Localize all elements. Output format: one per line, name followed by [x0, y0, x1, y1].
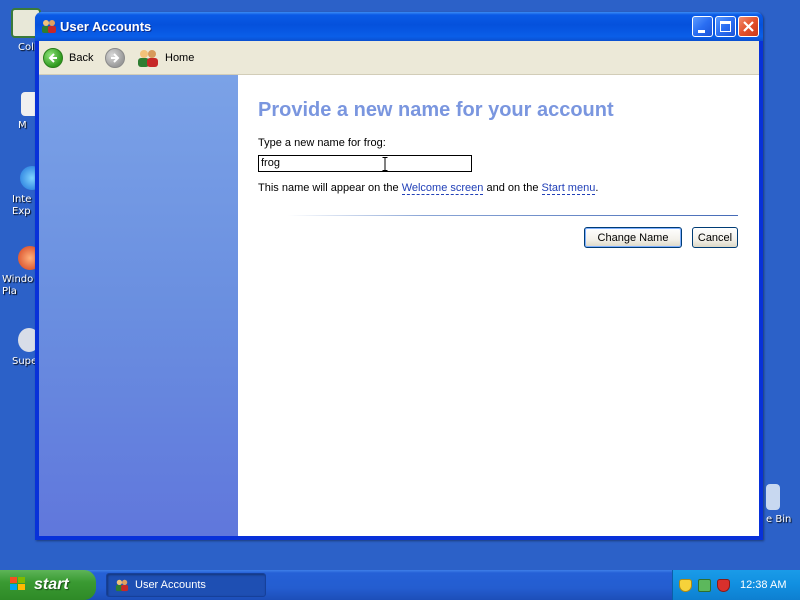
maximize-button[interactable]: [715, 16, 736, 37]
user-accounts-icon: [42, 20, 56, 33]
windows-logo-icon: [10, 577, 28, 593]
taskbar-item-user-accounts[interactable]: User Accounts: [106, 573, 266, 597]
start-button[interactable]: start: [0, 570, 96, 600]
window-title: User Accounts: [60, 19, 152, 34]
user-accounts-icon: [115, 579, 129, 592]
cancel-button[interactable]: Cancel: [692, 227, 738, 248]
user-accounts-window: User Accounts Back Home Provide a new na…: [35, 12, 763, 540]
back-arrow-icon: [43, 48, 63, 68]
forward-arrow-icon: [105, 48, 125, 68]
security-alert-icon[interactable]: [717, 578, 730, 592]
change-name-button[interactable]: Change Name: [584, 227, 682, 248]
forward-button[interactable]: [105, 46, 125, 70]
start-menu-link[interactable]: Start menu: [541, 182, 596, 195]
security-shield-icon[interactable]: [679, 578, 692, 592]
title-bar[interactable]: User Accounts: [35, 12, 763, 41]
navigation-toolbar: Back Home: [39, 41, 759, 75]
home-users-icon: [138, 50, 158, 67]
taskbar: start User Accounts 12:38 AM: [0, 570, 800, 600]
system-tray: 12:38 AM: [672, 570, 800, 600]
name-note: This name will appear on the Welcome scr…: [258, 182, 599, 195]
note-middle: and on the: [483, 182, 542, 194]
minimize-icon: [698, 30, 705, 33]
close-icon: [743, 21, 754, 32]
taskbar-item-label: User Accounts: [135, 579, 206, 591]
home-button[interactable]: Home: [137, 46, 194, 70]
task-pane: [39, 75, 238, 536]
text-cursor-icon: [382, 157, 388, 171]
home-label: Home: [165, 52, 195, 64]
maximize-icon: [720, 21, 731, 32]
start-label: start: [34, 576, 69, 593]
clock: 12:38 AM: [740, 579, 787, 591]
new-name-input[interactable]: frog: [258, 155, 472, 172]
close-button[interactable]: [738, 16, 759, 37]
main-pane: Provide a new name for your account Type…: [238, 75, 759, 536]
welcome-screen-link[interactable]: Welcome screen: [401, 182, 484, 195]
new-name-label: Type a new name for frog:: [258, 137, 386, 149]
network-icon[interactable]: [698, 578, 711, 592]
window-content: Provide a new name for your account Type…: [39, 75, 759, 536]
note-prefix: This name will appear on the: [258, 182, 402, 194]
minimize-button[interactable]: [692, 16, 713, 37]
page-title: Provide a new name for your account: [258, 99, 614, 121]
divider: [288, 215, 738, 216]
note-suffix: .: [595, 182, 599, 194]
back-button[interactable]: Back: [43, 46, 93, 70]
recycle-bin-icon: [766, 484, 780, 510]
back-label: Back: [69, 52, 94, 64]
